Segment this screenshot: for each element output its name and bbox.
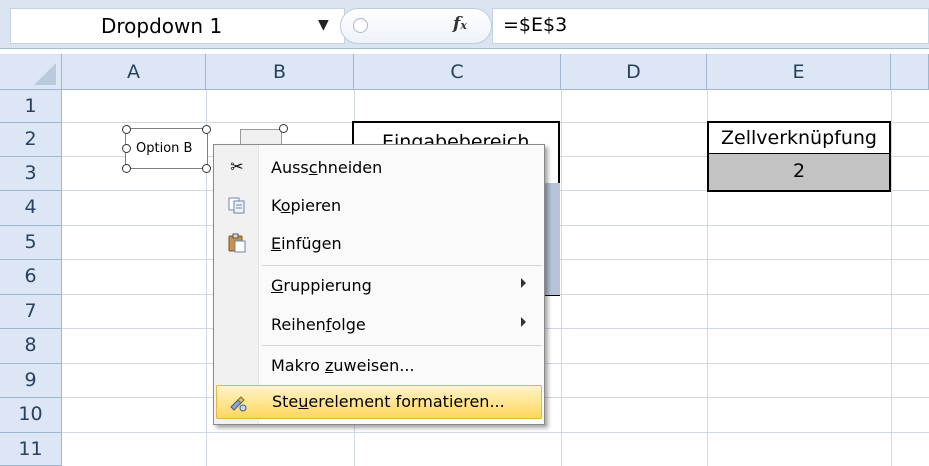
- gridline: [561, 90, 562, 466]
- context-menu: ✂ Ausschneiden Kopieren Einfügen Gruppie…: [213, 144, 545, 425]
- scissors-icon: ✂: [230, 157, 244, 176]
- name-box[interactable]: Dropdown 1 ▼: [10, 8, 345, 44]
- format-control-icon: [228, 393, 248, 413]
- dropdown-selected-value: Option B: [136, 141, 193, 156]
- resize-handle-icon[interactable]: [353, 18, 368, 33]
- formula-input[interactable]: =$E$3: [492, 8, 929, 44]
- row-header-6[interactable]: 6: [0, 260, 62, 295]
- gridline: [891, 90, 892, 466]
- row-header-8[interactable]: 8: [0, 329, 62, 364]
- menu-item-label: Gruppierung: [271, 276, 372, 295]
- menu-item-cut[interactable]: ✂ Ausschneiden: [216, 150, 542, 186]
- row-header-3[interactable]: 3: [0, 157, 62, 191]
- menu-separator: [262, 345, 542, 346]
- column-header-a[interactable]: A: [62, 54, 206, 90]
- menu-item-assign-macro[interactable]: Makro zuweisen...: [216, 348, 542, 384]
- menu-separator: [262, 265, 542, 266]
- row-header-9[interactable]: 9: [0, 364, 62, 398]
- column-header-e[interactable]: E: [707, 54, 891, 90]
- select-all-button[interactable]: [0, 54, 62, 90]
- column-header-d[interactable]: D: [561, 54, 707, 90]
- formula-bar: Dropdown 1 ▼ fx =$E$3: [0, 0, 929, 49]
- row-header-10[interactable]: 10: [0, 398, 62, 433]
- chevron-down-icon[interactable]: ▼: [318, 17, 329, 33]
- insert-function-icon[interactable]: fx: [453, 14, 467, 34]
- menu-item-grouping[interactable]: Gruppierung: [216, 268, 542, 304]
- resize-handle[interactable]: [122, 125, 131, 134]
- row-header-11[interactable]: 11: [0, 433, 62, 466]
- menu-item-label: Ausschneiden: [271, 158, 383, 177]
- cell-link-title[interactable]: Zellverknüpfung: [707, 121, 891, 154]
- row-header-7[interactable]: 7: [0, 295, 62, 329]
- formula-text: =$E$3: [503, 14, 568, 36]
- copy-icon: [227, 195, 247, 215]
- menu-item-label: Steuerelement formatieren...: [272, 392, 505, 411]
- select-all-icon: [34, 63, 56, 85]
- formula-controls: fx: [340, 8, 492, 44]
- cell-link-value[interactable]: 2: [707, 154, 891, 192]
- column-header-c[interactable]: C: [354, 54, 561, 90]
- submenu-arrow-icon: [521, 317, 526, 327]
- menu-item-label: Reihenfolge: [271, 315, 366, 334]
- resize-handle[interactable]: [279, 124, 288, 133]
- resize-handle[interactable]: [202, 125, 211, 134]
- menu-item-label: Makro zuweisen...: [271, 356, 415, 375]
- menu-item-format-control[interactable]: Steuerelement formatieren...: [216, 385, 542, 419]
- menu-item-copy[interactable]: Kopieren: [216, 188, 542, 224]
- row-header-2[interactable]: 2: [0, 123, 62, 157]
- column-header-f[interactable]: [891, 54, 929, 90]
- row-header-4[interactable]: 4: [0, 191, 62, 226]
- dropdown-field[interactable]: Option B: [125, 128, 208, 169]
- gridline: [62, 432, 929, 433]
- menu-item-label: Einfügen: [271, 234, 342, 253]
- resize-handle[interactable]: [122, 144, 131, 153]
- paste-icon: [227, 233, 247, 253]
- row-header-1[interactable]: 1: [0, 90, 62, 123]
- menu-item-paste[interactable]: Einfügen: [216, 226, 542, 262]
- menu-item-order[interactable]: Reihenfolge: [216, 307, 542, 343]
- name-box-value: Dropdown 1: [101, 14, 223, 38]
- menu-item-label: Kopieren: [271, 196, 342, 215]
- column-header-b[interactable]: B: [206, 54, 354, 90]
- resize-handle[interactable]: [122, 164, 131, 173]
- row-header-5[interactable]: 5: [0, 226, 62, 260]
- submenu-arrow-icon: [521, 278, 526, 288]
- resize-handle[interactable]: [202, 164, 211, 173]
